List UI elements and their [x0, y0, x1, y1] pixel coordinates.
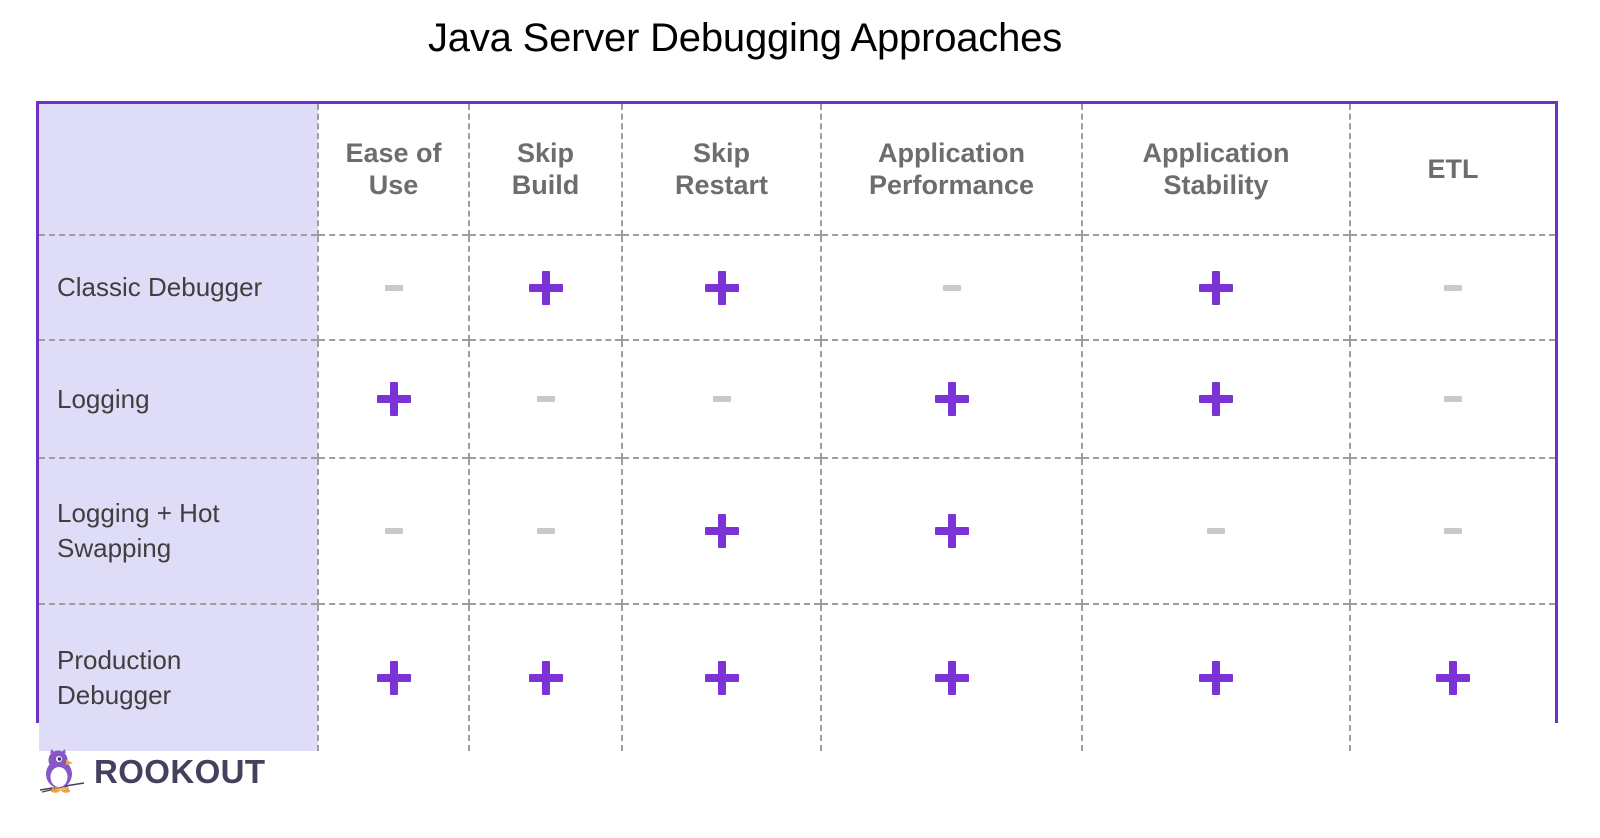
row-header-logging: Logging — [39, 339, 318, 458]
column-header-skip-restart: Skip Restart — [621, 104, 821, 235]
minus-icon — [1199, 514, 1233, 548]
cell-logging-hot-swapping-ease-of-use — [317, 457, 469, 604]
cell-logging-hot-swapping-skip-build — [468, 457, 622, 604]
cell-classic-debugger-skip-build — [468, 234, 622, 340]
column-header-line1: Skip — [692, 137, 751, 168]
cell-classic-debugger-etl — [1349, 234, 1555, 340]
table-row-classic-debugger: Classic Debugger — [39, 234, 1555, 340]
column-header-line2: Performance — [868, 170, 1035, 200]
row-header-logging-hot-swapping: Logging + Hot Swapping — [39, 457, 318, 604]
cell-classic-debugger-application-stability — [1081, 234, 1350, 340]
plus-icon — [934, 661, 969, 695]
cell-logging-application-stability — [1081, 339, 1350, 458]
column-header-etl: ETL — [1349, 104, 1555, 235]
plus-icon — [1199, 382, 1233, 416]
table-corner-cell — [39, 104, 318, 235]
column-header-line1: Application — [1142, 137, 1290, 168]
minus-icon — [377, 514, 411, 548]
comparison-table: Ease of Use Skip Build Skip Restart Appl… — [39, 104, 1555, 751]
row-header-classic-debugger: Classic Debugger — [39, 234, 318, 340]
cell-production-debugger-ease-of-use — [317, 603, 469, 751]
cell-logging-ease-of-use — [317, 339, 469, 458]
minus-icon — [1436, 514, 1470, 548]
cell-classic-debugger-ease-of-use — [317, 234, 469, 340]
rookout-logo: ROOKOUT — [38, 743, 298, 799]
plus-icon — [704, 514, 739, 548]
column-header-application-performance: Application Performance — [820, 104, 1082, 235]
cell-logging-hot-swapping-skip-restart — [621, 457, 821, 604]
plus-icon — [934, 514, 969, 548]
plus-icon — [1199, 270, 1233, 305]
plus-icon — [1199, 661, 1233, 695]
cell-production-debugger-skip-restart — [621, 603, 821, 751]
cell-logging-skip-restart — [621, 339, 821, 458]
plus-icon — [528, 270, 563, 305]
table-header: Ease of Use Skip Build Skip Restart Appl… — [39, 104, 1555, 235]
plus-icon — [934, 382, 969, 416]
column-header-line1: Skip — [516, 137, 575, 168]
minus-icon — [1436, 271, 1470, 305]
minus-icon — [377, 271, 411, 305]
cell-production-debugger-application-stability — [1081, 603, 1350, 751]
plus-icon — [528, 661, 563, 695]
plus-icon — [376, 382, 411, 416]
plus-icon — [1436, 661, 1470, 695]
plus-icon — [704, 661, 739, 695]
column-header-line2: Restart — [674, 170, 769, 200]
cell-classic-debugger-skip-restart — [621, 234, 821, 340]
column-header-line2: Build — [511, 170, 580, 200]
minus-icon — [705, 382, 739, 416]
table-row-logging: Logging — [39, 339, 1555, 458]
cell-logging-hot-swapping-application-performance — [820, 457, 1082, 604]
cell-logging-hot-swapping-etl — [1349, 457, 1555, 604]
plus-icon — [704, 270, 739, 305]
cell-logging-etl — [1349, 339, 1555, 458]
table-header-row: Ease of Use Skip Build Skip Restart Appl… — [39, 104, 1555, 235]
table-row-logging-hot-swapping: Logging + Hot Swapping — [39, 457, 1555, 604]
column-header-skip-build: Skip Build — [468, 104, 622, 235]
minus-icon — [529, 382, 563, 416]
cell-production-debugger-skip-build — [468, 603, 622, 751]
rookout-wordmark: ROOKOUT — [94, 752, 266, 790]
minus-icon — [935, 271, 969, 305]
table-body: Classic Debugger Logging Logging + Hot S… — [39, 234, 1555, 751]
column-header-line1: Ease of — [345, 137, 442, 168]
row-header-production-debugger: Production Debugger — [39, 603, 318, 751]
comparison-table-container: Ease of Use Skip Build Skip Restart Appl… — [36, 101, 1558, 751]
cell-logging-skip-build — [468, 339, 622, 458]
plus-icon — [376, 661, 411, 695]
page-root: Java Server Debugging Approaches Ease of… — [0, 0, 1600, 838]
column-header-line1: Application — [878, 137, 1025, 168]
column-header-application-stability: Application Stability — [1081, 104, 1350, 235]
cell-logging-hot-swapping-application-stability — [1081, 457, 1350, 604]
page-title: Java Server Debugging Approaches — [427, 16, 1062, 60]
column-header-line1: ETL — [1427, 153, 1479, 184]
cell-production-debugger-application-performance — [820, 603, 1082, 751]
rookout-bird-icon — [39, 749, 85, 793]
table-row-production-debugger: Production Debugger — [39, 603, 1555, 751]
column-header-ease-of-use: Ease of Use — [317, 104, 469, 235]
minus-icon — [529, 514, 563, 548]
column-header-line2: Use — [368, 170, 419, 200]
cell-production-debugger-etl — [1349, 603, 1555, 751]
minus-icon — [1436, 382, 1470, 416]
cell-classic-debugger-application-performance — [820, 234, 1082, 340]
cell-logging-application-performance — [820, 339, 1082, 458]
column-header-line2: Stability — [1163, 170, 1269, 200]
